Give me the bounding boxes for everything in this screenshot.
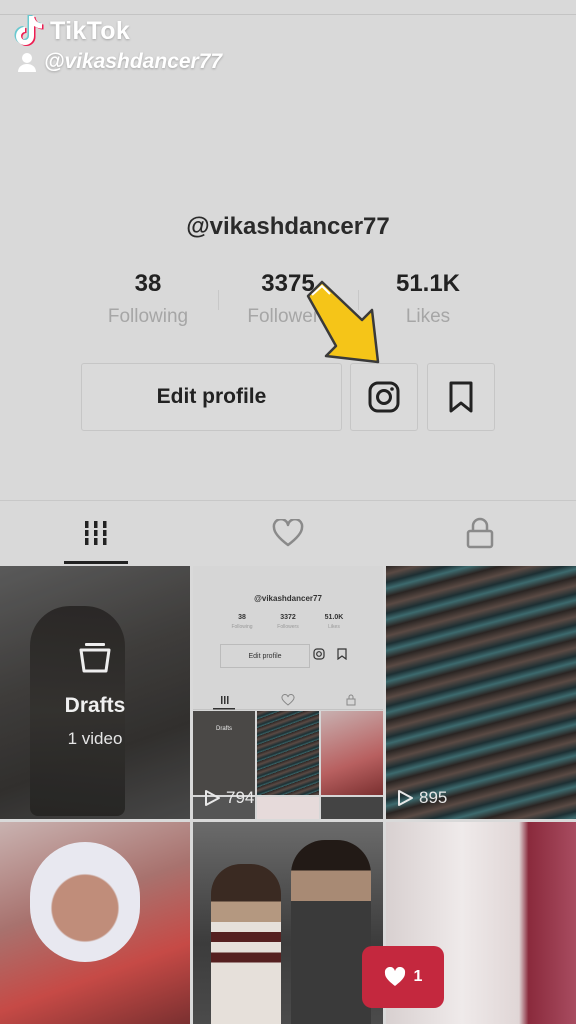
bookmark-icon xyxy=(337,648,347,660)
mini-edit-profile: Edit profile xyxy=(220,644,310,668)
grid-icon xyxy=(83,521,109,545)
drafts-tile[interactable] xyxy=(0,566,190,819)
drafts-title: Drafts xyxy=(64,694,126,717)
mini-stat: 3372 Followers xyxy=(265,614,311,630)
mini-stat: 38 Following xyxy=(219,614,265,630)
heart-icon xyxy=(272,519,304,547)
mini-drafts-label: Drafts xyxy=(215,726,232,732)
play-icon xyxy=(398,790,413,806)
video-thumbnail xyxy=(211,864,281,1024)
likes-notification-count: 1 xyxy=(413,968,423,985)
mini-stat-label: Likes xyxy=(328,624,340,630)
bookmark-icon xyxy=(449,381,473,413)
instagram-button[interactable] xyxy=(350,363,418,431)
video-tile[interactable] xyxy=(193,822,383,1024)
play-count: 794 xyxy=(203,788,254,808)
mini-username: @vikashdancer77 xyxy=(254,594,322,603)
mini-stat-label: Followers xyxy=(277,624,299,630)
video-thumbnail xyxy=(30,842,140,962)
lock-icon xyxy=(466,517,494,549)
instagram-icon xyxy=(368,381,400,413)
profile-username: @vikashdancer77 xyxy=(186,213,390,240)
tab-private[interactable] xyxy=(450,510,510,556)
play-count: 895 xyxy=(396,788,447,808)
mini-tabs xyxy=(193,693,383,710)
likes-notification-badge[interactable]: 1 xyxy=(362,946,444,1008)
mini-stat-value: 38 xyxy=(238,614,246,621)
video-tile[interactable]: @vikashdancer77 38 Following 3372 Follow… xyxy=(193,566,383,819)
watermark-brand: TikTok xyxy=(50,16,131,45)
active-tab-indicator xyxy=(64,561,128,564)
play-count-value: 794 xyxy=(226,788,255,807)
mini-stat-value: 3372 xyxy=(280,614,296,621)
mini-stat-label: Following xyxy=(231,624,253,630)
tab-liked[interactable] xyxy=(258,510,318,556)
tiktok-watermark: TikTok @vikashdancer77 xyxy=(14,14,222,74)
drafts-count: 1 video xyxy=(67,729,123,748)
tab-videos[interactable] xyxy=(66,510,126,556)
pointer-arrow-icon xyxy=(306,280,380,364)
tiktok-logo-icon xyxy=(14,15,44,46)
tabs-divider xyxy=(0,500,576,501)
mini-stat-value: 51.0K xyxy=(324,614,344,621)
play-icon xyxy=(205,790,220,806)
video-thumbnail xyxy=(291,840,371,1024)
play-count-value: 895 xyxy=(419,788,448,807)
video-tile[interactable] xyxy=(0,822,190,1024)
heart-icon xyxy=(384,967,405,986)
video-tile[interactable]: 895 xyxy=(386,566,576,819)
drafts-icon xyxy=(79,643,111,673)
user-icon xyxy=(18,53,36,72)
edit-profile-button[interactable]: Edit profile xyxy=(81,363,342,431)
instagram-icon xyxy=(313,648,325,660)
following-stat[interactable]: 38 Following xyxy=(73,270,223,328)
following-label: Following xyxy=(107,306,189,327)
following-count: 38 xyxy=(134,270,162,297)
favorites-button[interactable] xyxy=(427,363,495,431)
watermark-handle: @vikashdancer77 xyxy=(44,50,223,73)
mini-stat: 51.0K Likes xyxy=(311,614,357,630)
